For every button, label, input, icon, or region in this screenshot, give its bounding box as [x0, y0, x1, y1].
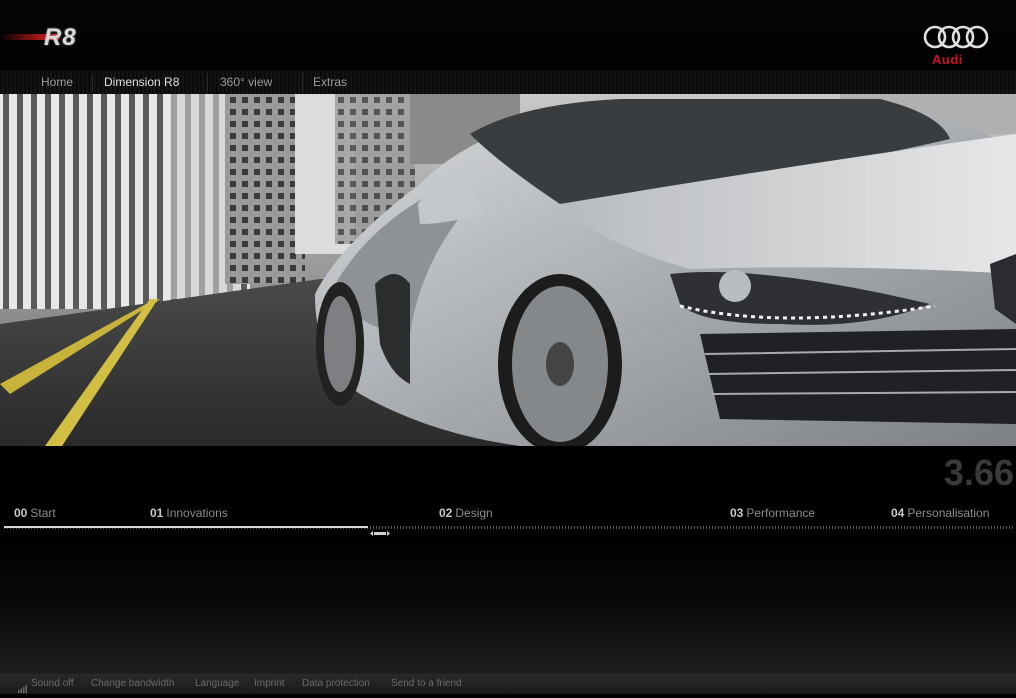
chapter-label: Performance	[746, 506, 816, 520]
footer-data-protection[interactable]: Data protection	[302, 674, 370, 694]
audi-logo[interactable]: Audi	[922, 24, 990, 68]
chapter-personalisation[interactable]: 04 Personalisation	[891, 506, 989, 520]
footer-change-bandwidth[interactable]: Change bandwidth	[91, 674, 174, 694]
chapter-number: 02	[439, 506, 453, 520]
timeline-progress	[4, 526, 368, 528]
nav-home[interactable]: Home	[41, 70, 73, 94]
chapter-design[interactable]: 02 Design	[439, 506, 493, 520]
chapter-performance[interactable]: 03 Performance	[730, 506, 815, 520]
chapter-label: Design	[455, 506, 493, 520]
chapter-label: Start	[30, 506, 56, 520]
chapter-number: 01	[150, 506, 164, 520]
nav-dimension-r8[interactable]: Dimension R8	[104, 70, 179, 94]
video-frame[interactable]	[0, 94, 1016, 446]
nav-separator	[302, 74, 303, 92]
audi-brand-text: Audi	[932, 52, 963, 67]
nav-separator	[207, 74, 208, 92]
sound-bars-icon[interactable]	[18, 680, 28, 693]
chapter-innovations[interactable]: 01 Innovations	[150, 506, 228, 520]
footer-language[interactable]: Language	[195, 674, 240, 694]
nav-360-view[interactable]: 360° view	[220, 70, 272, 94]
chapter-number: 04	[891, 506, 905, 520]
chapter-label: Personalisation	[907, 506, 990, 520]
r8-logo-text: R8	[44, 24, 77, 51]
main-nav: Home Dimension R8 360° view Extras	[0, 70, 1016, 94]
r8-logo[interactable]: R8	[0, 24, 112, 51]
nav-extras[interactable]: Extras	[313, 70, 347, 94]
scrubber-handle-icon[interactable]	[368, 524, 392, 536]
chapter-label: Innovations	[166, 506, 228, 520]
chapter-start[interactable]: 00 Start	[14, 506, 56, 520]
content-area	[0, 540, 1016, 674]
chapter-number: 03	[730, 506, 744, 520]
nav-separator	[92, 74, 93, 92]
timecode-display: 3.66	[943, 452, 1014, 493]
footer-bar: Sound off Change bandwidth Language Impr…	[0, 674, 1016, 694]
footer-imprint[interactable]: Imprint	[254, 674, 285, 694]
audi-rings-icon	[923, 25, 989, 49]
footer-send-to-friend[interactable]: Send to a friend	[391, 674, 462, 694]
car-scene-image	[0, 94, 1016, 446]
footer-sound-off[interactable]: Sound off	[31, 674, 74, 694]
chapter-number: 00	[14, 506, 28, 520]
